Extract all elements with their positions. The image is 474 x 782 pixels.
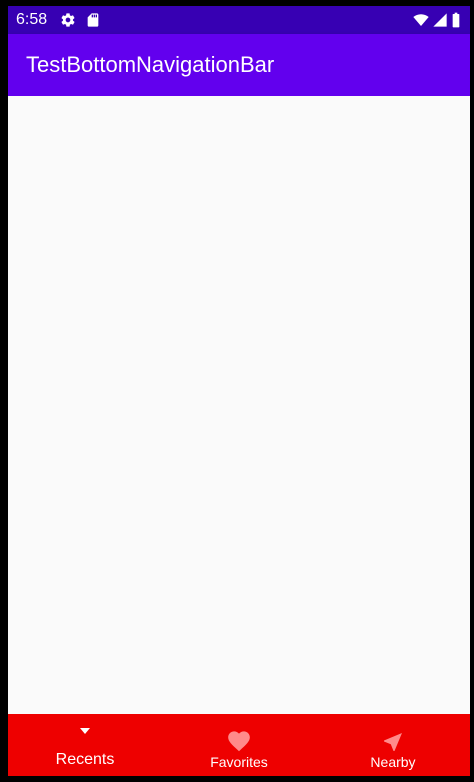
nav-item-nearby[interactable]: Nearby — [316, 714, 470, 776]
phone-screen: 6:58 TestBottomNavigationBar Recents Fav… — [8, 6, 470, 776]
sd-card-icon — [87, 13, 99, 27]
app-title: TestBottomNavigationBar — [26, 52, 275, 77]
device-frame: 6:58 TestBottomNavigationBar Recents Fav… — [0, 0, 474, 782]
nav-item-recents[interactable]: Recents — [8, 714, 162, 776]
status-bar: 6:58 — [8, 6, 470, 34]
chevron-down-icon — [80, 728, 90, 734]
nav-item-favorites[interactable]: Favorites — [162, 714, 316, 776]
gear-icon — [61, 13, 75, 27]
nav-label-nearby: Nearby — [370, 754, 416, 770]
nav-label-recents: Recents — [55, 751, 115, 768]
heart-icon — [228, 731, 250, 752]
status-time: 6:58 — [16, 11, 48, 28]
battery-icon — [452, 12, 460, 28]
content-area — [8, 96, 470, 714]
signal-icon — [433, 13, 447, 27]
nav-label-favorites: Favorites — [210, 754, 268, 770]
navigation-arrow-icon — [384, 733, 402, 751]
bottom-navigation-bar: Recents Favorites Nearby — [8, 714, 470, 776]
app-bar: TestBottomNavigationBar — [8, 34, 470, 96]
wifi-icon — [413, 14, 429, 26]
